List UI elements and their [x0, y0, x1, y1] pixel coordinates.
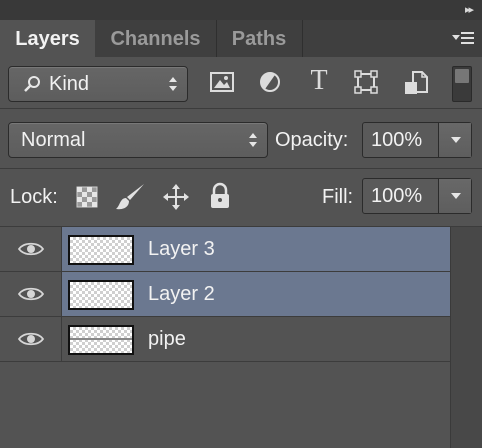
layer-thumbnail — [68, 235, 134, 265]
visibility-toggle[interactable] — [0, 227, 62, 271]
layer-row-layer-2[interactable]: Layer 2 — [0, 272, 450, 317]
eye-icon[interactable] — [18, 286, 44, 302]
collapse-panel-icon[interactable]: ▸▸ — [465, 3, 474, 16]
layer-thumbnail — [68, 280, 134, 310]
eye-icon[interactable] — [18, 241, 44, 257]
layer-name[interactable]: Layer 2 — [148, 272, 215, 316]
layer-row-layer-3[interactable]: Layer 3 — [0, 227, 450, 272]
panel-tab-bar: Layers Channels Paths — [0, 20, 482, 57]
layer-body[interactable]: Layer 3 — [62, 227, 450, 271]
eye-icon[interactable] — [18, 331, 44, 347]
updown-arrows-icon — [249, 133, 257, 149]
layers-scrollbar[interactable] — [450, 227, 482, 448]
opacity-dropdown-button[interactable] — [438, 123, 471, 157]
fill-field[interactable]: 100% — [362, 178, 472, 214]
filter-kind-dropdown[interactable]: Kind — [8, 66, 188, 102]
blend-mode-value: Normal — [21, 129, 86, 151]
visibility-toggle[interactable] — [0, 272, 62, 316]
panel-title-bar: ▸▸ — [0, 0, 482, 20]
tab-paths[interactable]: Paths — [216, 20, 303, 57]
updown-arrows-icon — [169, 77, 177, 93]
lock-transparent-pixels-icon[interactable] — [76, 186, 98, 208]
visibility-toggle[interactable] — [0, 317, 62, 361]
tab-layers[interactable]: Layers — [0, 20, 95, 57]
adjustment-filter-icon[interactable] — [254, 66, 286, 98]
fill-value[interactable]: 100% — [371, 179, 422, 213]
layer-body[interactable]: pipe — [62, 317, 450, 361]
layer-name[interactable]: Layer 3 — [148, 227, 215, 271]
shape-filter-icon[interactable] — [350, 66, 382, 98]
layer-body[interactable]: Layer 2 — [62, 272, 450, 316]
blend-mode-dropdown[interactable]: Normal — [8, 122, 268, 158]
layer-row-pipe[interactable]: pipe — [0, 317, 450, 362]
image-filter-icon[interactable] — [206, 66, 238, 98]
smart-object-filter-icon[interactable] — [400, 66, 432, 98]
opacity-value[interactable]: 100% — [371, 123, 422, 157]
search-icon — [24, 76, 40, 92]
panel-menu-icon[interactable] — [452, 32, 474, 46]
opacity-field[interactable]: 100% — [362, 122, 472, 158]
lock-label: Lock: — [10, 186, 58, 208]
lock-image-pixels-icon[interactable] — [114, 182, 146, 212]
fill-dropdown-button[interactable] — [438, 179, 471, 213]
opacity-label: Opacity: — [275, 129, 349, 151]
tab-channels[interactable]: Channels — [95, 20, 217, 57]
type-filter-icon[interactable]: T — [304, 64, 334, 98]
filter-toggle-icon[interactable] — [452, 66, 472, 102]
layer-name[interactable]: pipe — [148, 317, 186, 361]
lock-all-icon[interactable] — [208, 182, 232, 210]
filter-kind-label: Kind — [49, 73, 90, 95]
fill-label: Fill: — [322, 186, 354, 208]
lock-position-icon[interactable] — [162, 183, 190, 211]
layer-thumbnail — [68, 325, 134, 355]
layers-list: Layer 3 Layer 2 pipe — [0, 227, 450, 448]
